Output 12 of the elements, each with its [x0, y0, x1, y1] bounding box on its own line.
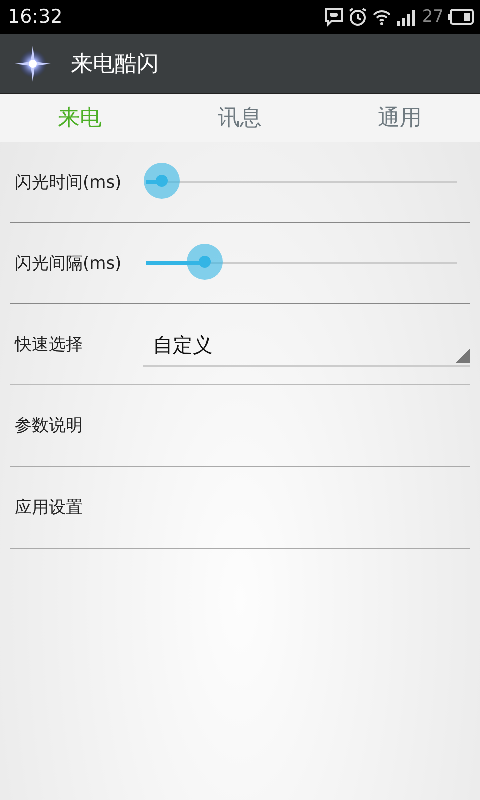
setting-label: 闪光间隔(ms)	[14, 252, 123, 274]
setting-label: 应用设置	[14, 497, 84, 519]
status-time: 16:32	[8, 6, 63, 28]
tab[interactable]: 讯息	[160, 94, 320, 142]
tab[interactable]: 通用	[320, 94, 480, 142]
setting-label: 闪光时间(ms)	[14, 172, 123, 194]
app-title: 来电酷闪	[71, 50, 159, 78]
dropdown[interactable]: 自定义	[143, 325, 470, 367]
tab[interactable]: 来电	[0, 94, 160, 142]
battery-level-text: 27	[422, 7, 444, 27]
setting-label: 快速选择	[14, 334, 84, 356]
setting-label: 参数说明	[14, 415, 84, 437]
